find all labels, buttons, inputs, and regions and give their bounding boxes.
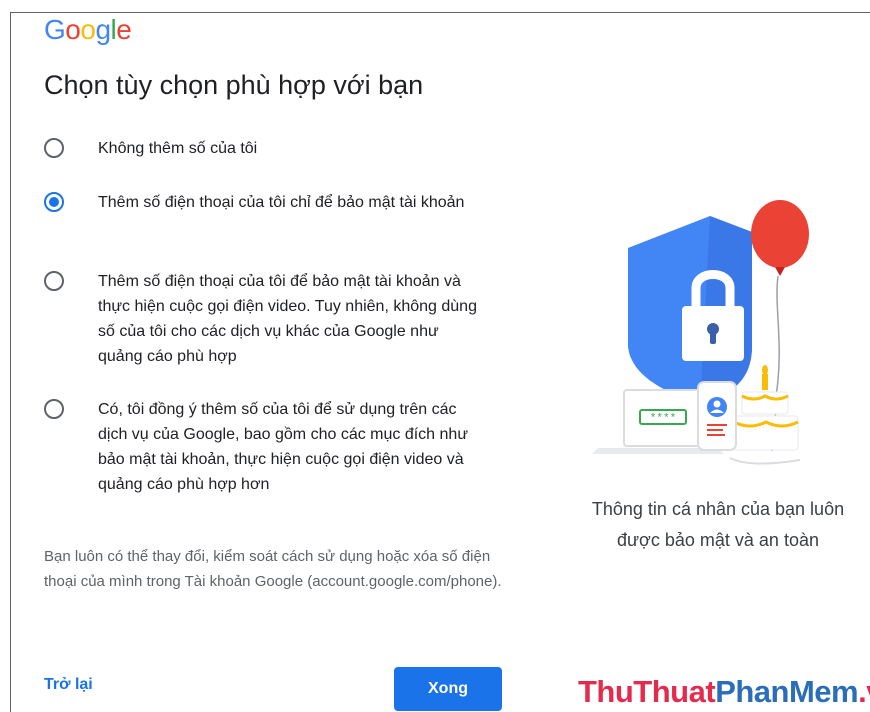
- logo-letter: o: [65, 14, 81, 45]
- info-note: Bạn luôn có thể thay đổi, kiểm soát cách…: [44, 548, 502, 590]
- option-all-services[interactable]: Có, tôi đồng ý thêm số của tôi để sử dụn…: [44, 397, 478, 497]
- back-button[interactable]: Trở lại: [44, 676, 93, 694]
- illustration-caption: Thông tin cá nhân của bạn luôn được bảo …: [591, 499, 845, 550]
- shield-lock-icon: [628, 216, 752, 402]
- logo-letter: o: [80, 14, 96, 45]
- option-label: Có, tôi đồng ý thêm số của tôi để sử dụn…: [98, 401, 469, 493]
- option-security-and-video[interactable]: Thêm số điện thoại của tôi để bảo mật tà…: [44, 269, 478, 369]
- logo-letter: e: [116, 14, 132, 45]
- option-label: Thêm số điện thoại của tôi chỉ để bảo mậ…: [98, 194, 465, 211]
- option-label: Thêm số điện thoại của tôi để bảo mật tà…: [98, 273, 477, 365]
- password-mask: ****: [650, 413, 676, 425]
- site-watermark: ThuThuatPhanMem.vn: [578, 674, 870, 710]
- option-label: Không thêm số của tôi: [98, 140, 258, 157]
- radio-icon[interactable]: [44, 399, 64, 419]
- watermark-part: .vn: [858, 674, 870, 709]
- watermark-part: ThuThuat: [578, 674, 716, 709]
- logo-letter: G: [44, 14, 66, 45]
- done-button[interactable]: Xong: [394, 667, 502, 711]
- cake-icon: [733, 365, 799, 451]
- logo-letter: g: [95, 14, 111, 45]
- radio-icon[interactable]: [44, 192, 64, 212]
- option-security-only[interactable]: Thêm số điện thoại của tôi chỉ để bảo mậ…: [44, 190, 478, 215]
- google-logo: Google: [44, 14, 132, 46]
- page-title: Chọn tùy chọn phù hợp với bạn: [44, 70, 424, 100]
- radio-icon[interactable]: [44, 138, 64, 158]
- watermark-part: PhanMem: [715, 674, 859, 709]
- option-no-number[interactable]: Không thêm số của tôi: [44, 136, 478, 161]
- security-illustration: ****: [592, 200, 809, 465]
- window-border-top: [10, 12, 870, 13]
- window-border-left: [10, 12, 11, 712]
- phone-icon: [697, 381, 737, 451]
- radio-selected-dot: [49, 197, 59, 207]
- radio-icon[interactable]: [44, 271, 64, 291]
